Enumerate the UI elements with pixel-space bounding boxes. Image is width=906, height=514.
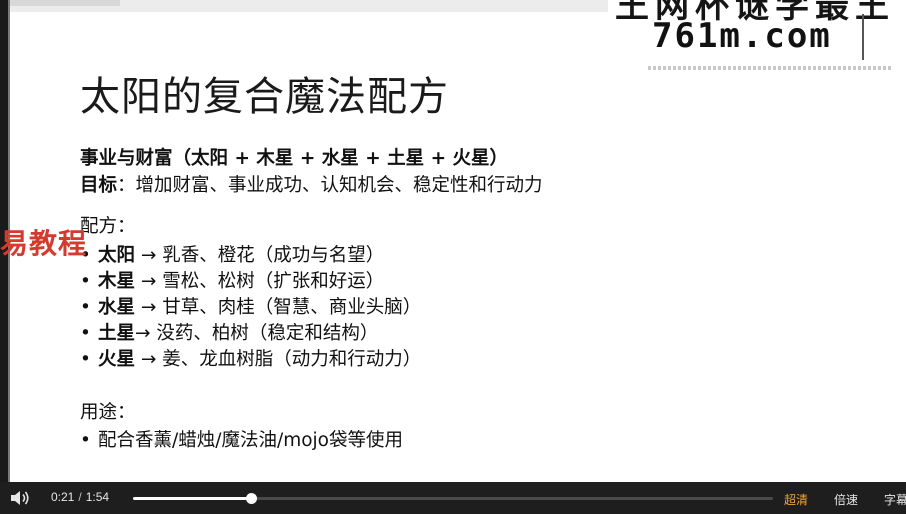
watermark-noise [648, 66, 893, 70]
section-heading: 事业与财富（太阳 + 木星 + 水星 + 土星 + 火星） [80, 148, 509, 169]
recipe-arrow: → [135, 271, 163, 292]
bullet-icon: • [80, 297, 91, 318]
recipe-text: 没药、柏树（稳定和结构） [156, 323, 379, 344]
recipe-planet: 太阳 [98, 245, 136, 266]
usage-item: • 配合香薰/蜡烛/魔法油/mojo袋等使用 [80, 430, 403, 451]
recipe-arrow: → [135, 245, 163, 266]
subtitle-button[interactable]: 字幕 [884, 491, 906, 508]
progress-handle[interactable] [246, 493, 257, 504]
current-time: 0:21 [51, 490, 75, 504]
watermark-url: 761m.com [652, 16, 832, 56]
video-frame: 王网杯谜学最王 761m.com 太阳的复合魔法配方 事业与财富（太阳 + 木星… [0, 0, 906, 514]
recipe-item: • 太阳 → 乳香、橙花（成功与名望） [80, 245, 385, 266]
recipe-item: • 火星 → 姜、龙血树脂（动力和行动力） [80, 349, 422, 370]
recipe-planet: 火星 [98, 349, 136, 370]
recipe-arrow: → [135, 349, 163, 370]
recipe-arrow: → [135, 323, 157, 344]
bullet-icon: • [80, 271, 91, 292]
quality-button[interactable]: 超清 [784, 491, 808, 508]
recipe-text: 甘草、肉桂（智慧、商业头脑） [162, 297, 422, 318]
time-separator: / [78, 490, 82, 504]
recipe-planet: 水星 [98, 297, 136, 318]
total-time: 1:54 [85, 490, 110, 504]
time-display: 0:21/1:54 [51, 490, 109, 504]
progress-fill [133, 497, 251, 500]
bullet-icon: • [80, 349, 91, 370]
speed-button[interactable]: 倍速 [834, 491, 858, 508]
recipe-text: 乳香、橙花（成功与名望） [162, 245, 385, 266]
recipe-item: • 木星 → 雪松、松树（扩张和好运） [80, 271, 385, 292]
goal-text: ：增加财富、事业成功、认知机会、稳定性和行动力 [117, 175, 543, 196]
recipe-planet: 土星 [98, 323, 136, 344]
speaker-icon[interactable] [10, 490, 30, 506]
recipe-arrow: → [135, 297, 163, 318]
recipe-item: • 水星 → 甘草、肉桂（智慧、商业头脑） [80, 297, 422, 318]
recipe-text: 姜、龙血树脂（动力和行动力） [162, 349, 422, 370]
usage-label: 用途： [80, 402, 136, 423]
bullet-icon: • [80, 430, 91, 451]
side-watermark-label: 易教程 [0, 227, 88, 260]
recipe-text: 雪松、松树（扩张和好运） [162, 271, 385, 292]
goal-line: 目标：增加财富、事业成功、认知机会、稳定性和行动力 [80, 175, 543, 196]
watermark-divider [862, 14, 864, 60]
recipe-item: • 土星→ 没药、柏树（稳定和结构） [80, 323, 379, 344]
usage-text: 配合香薰/蜡烛/魔法油/mojo袋等使用 [98, 430, 403, 451]
recipe-planet: 木星 [98, 271, 136, 292]
bullet-icon: • [80, 323, 91, 344]
slide-title: 太阳的复合魔法配方 [80, 74, 449, 120]
goal-label: 目标 [80, 175, 118, 196]
recipe-label: 配方： [80, 216, 136, 237]
top-bar-shade [10, 0, 120, 6]
